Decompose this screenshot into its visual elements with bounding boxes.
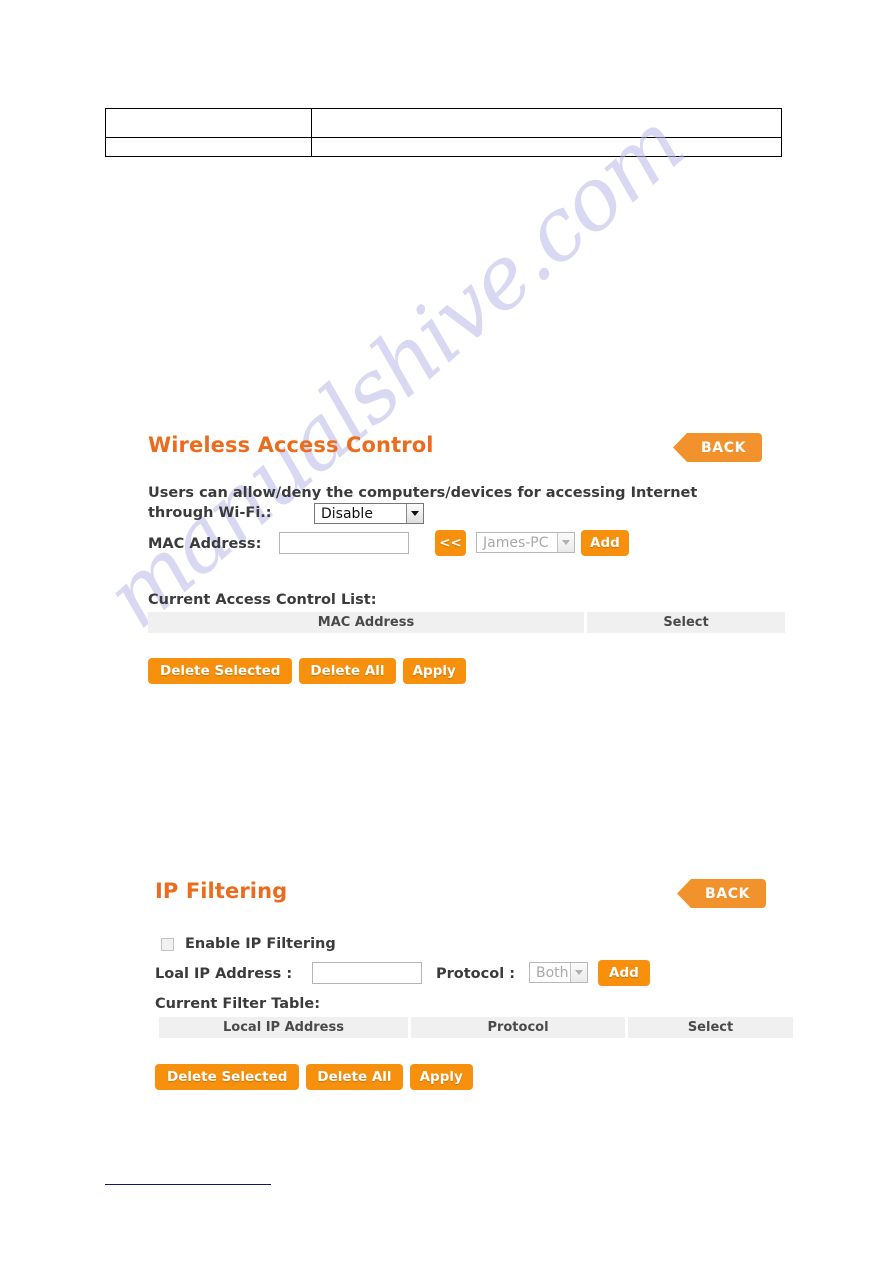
column-header-select: Select — [587, 612, 785, 633]
column-header-local-ip-address: Local IP Address — [159, 1017, 408, 1038]
enable-ip-filtering-checkbox[interactable] — [161, 937, 174, 951]
spec-table — [105, 108, 782, 157]
chevron-down-icon — [557, 533, 574, 552]
add-ip-filter-button[interactable]: Add — [598, 960, 650, 986]
page-title: Wireless Access Control — [148, 433, 434, 457]
column-header-select: Select — [628, 1017, 793, 1038]
filter-table-actions: Delete Selected Delete All Apply — [155, 1064, 473, 1090]
local-ip-address-label: Loal IP Address : — [155, 966, 293, 982]
wifi-access-mode-value: Disable — [321, 505, 373, 522]
spec-table-value-cell — [311, 108, 782, 138]
document-page: Wireless Access Control BACK Users can a… — [0, 0, 893, 1263]
back-button[interactable]: BACK — [677, 879, 766, 908]
device-list-value: James-PC — [483, 534, 549, 551]
wifi-access-mode-select[interactable]: Disable — [314, 503, 424, 524]
protocol-value: Both — [536, 964, 569, 981]
protocol-label: Protocol : — [436, 966, 516, 982]
access-control-actions: Delete Selected Delete All Apply — [148, 658, 466, 684]
delete-all-button[interactable]: Delete All — [306, 1064, 403, 1090]
page-title: IP Filtering — [155, 879, 288, 903]
chevron-down-icon — [406, 504, 423, 523]
footer-divider — [105, 1184, 271, 1185]
back-button[interactable]: BACK — [673, 433, 762, 462]
access-control-list-caption: Current Access Control List: — [148, 592, 377, 608]
delete-selected-button[interactable]: Delete Selected — [148, 658, 293, 684]
access-control-description-line2: through Wi-Fi.: — [148, 505, 272, 521]
access-control-list-header: MAC Address Select — [148, 612, 785, 633]
mac-address-label: MAC Address: — [148, 536, 262, 552]
mac-address-input[interactable] — [279, 532, 409, 554]
page-watermark: manualshive.com — [87, 95, 820, 920]
spec-table-label-cell — [105, 137, 312, 157]
add-mac-button[interactable]: Add — [581, 530, 629, 556]
enable-ip-filtering-label: Enable IP Filtering — [185, 936, 336, 952]
protocol-select[interactable]: Both — [529, 962, 588, 983]
delete-selected-button[interactable]: Delete Selected — [155, 1064, 300, 1090]
apply-button[interactable]: Apply — [409, 1064, 473, 1090]
filter-table-header: Local IP Address Protocol Select — [159, 1017, 793, 1038]
table-row — [105, 137, 782, 157]
watermark-text: manualshive.com — [87, 94, 703, 648]
enable-ip-filtering-row: Enable IP Filtering — [161, 934, 336, 954]
access-control-description-line1: Users can allow/deny the computers/devic… — [148, 485, 698, 501]
chevron-down-icon — [570, 963, 587, 982]
table-row — [105, 108, 782, 138]
delete-all-button[interactable]: Delete All — [299, 658, 396, 684]
local-ip-address-input[interactable] — [312, 962, 422, 984]
column-header-mac-address: MAC Address — [148, 612, 584, 633]
filter-table-caption: Current Filter Table: — [155, 996, 321, 1012]
apply-button[interactable]: Apply — [402, 658, 466, 684]
column-header-protocol: Protocol — [411, 1017, 625, 1038]
spec-table-label-cell — [105, 108, 312, 138]
device-list-select[interactable]: James-PC — [476, 532, 575, 553]
copy-device-mac-button[interactable]: << — [435, 530, 466, 556]
spec-table-value-cell — [311, 137, 782, 157]
